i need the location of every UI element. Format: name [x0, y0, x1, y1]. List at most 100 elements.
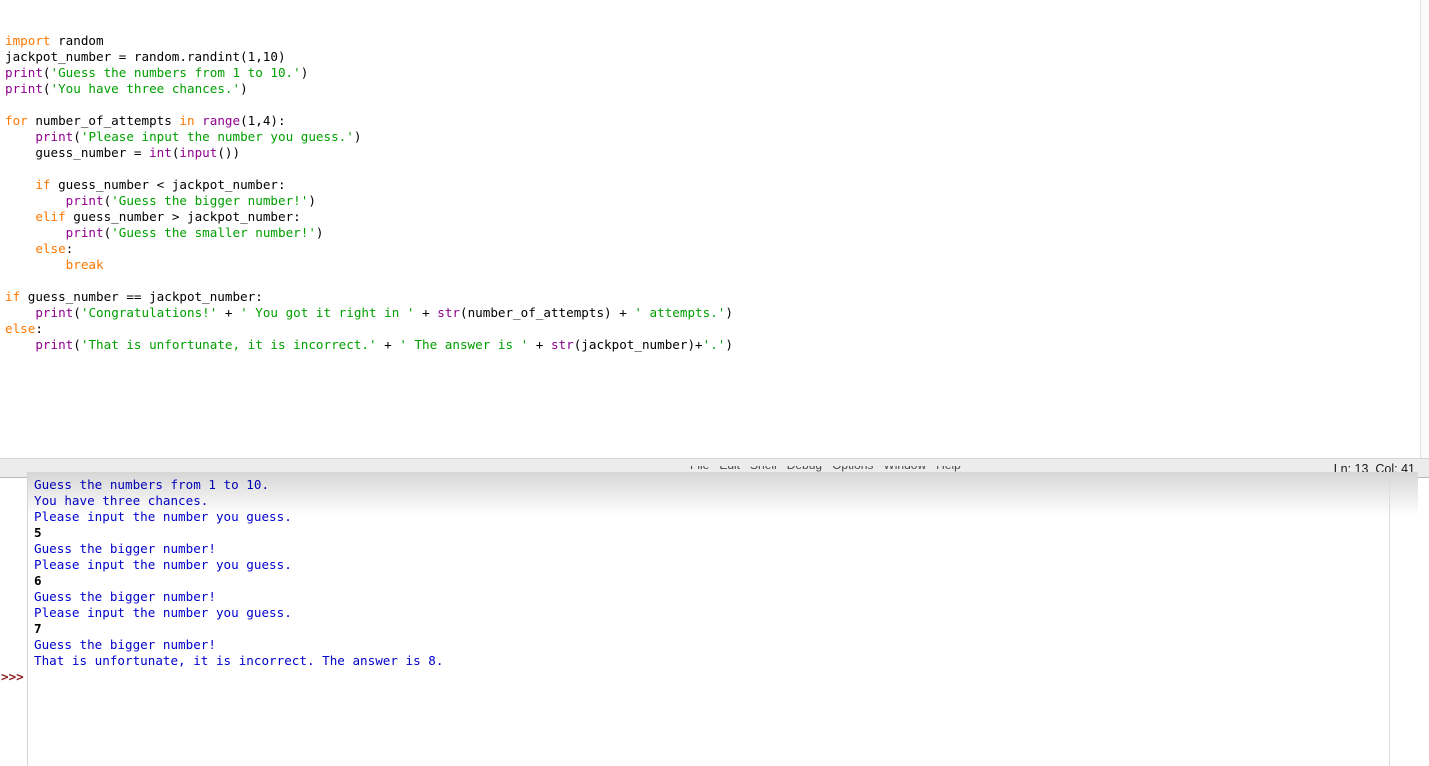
code-token: (number_of_attempts) + — [459, 305, 635, 320]
code-token: print — [65, 225, 104, 240]
shell-user-input-line: 5 — [34, 525, 42, 540]
code-token: : — [65, 241, 74, 256]
code-token: 'Guess the smaller number!' — [111, 225, 316, 240]
code-token: + — [217, 305, 241, 320]
code-token: ' You got it right in ' — [240, 305, 415, 320]
code-line: print('Guess the bigger number!') — [5, 193, 1405, 209]
code-token: ()) — [217, 145, 241, 160]
code-token: + — [414, 305, 438, 320]
code-token: ) — [308, 193, 316, 208]
code-token: elif — [35, 209, 66, 224]
code-token: print — [35, 337, 74, 352]
code-token: else — [5, 321, 36, 336]
code-token: ) — [315, 225, 324, 240]
code-token: range — [202, 113, 241, 128]
code-token: print — [5, 65, 43, 80]
code-line: if guess_number < jackpot_number: — [5, 177, 1405, 193]
code-line: else: — [5, 241, 1405, 257]
code-token: 'Guess the bigger number!' — [111, 193, 309, 208]
code-token: (1,4): — [240, 113, 286, 128]
code-token: '.' — [702, 337, 726, 352]
code-token: for — [5, 113, 28, 128]
code-line: for number_of_attempts in range(1,4): — [5, 113, 1405, 129]
code-line: print('Guess the smaller number!') — [5, 225, 1405, 241]
code-token: ' attempts.' — [634, 305, 726, 320]
editor-vertical-scrollbar[interactable] — [1420, 0, 1429, 458]
code-token: break — [65, 257, 104, 272]
code-line: elif guess_number > jackpot_number: — [5, 209, 1405, 225]
code-token: if — [35, 177, 51, 192]
shell-output-line: That is unfortunate, it is incorrect. Th… — [34, 653, 444, 668]
code-token: ( — [73, 337, 81, 352]
shell-output-line: Guess the bigger number! — [34, 541, 216, 556]
code-token: 'Congratulations!' — [80, 305, 218, 320]
code-token: else — [35, 241, 66, 256]
code-line: guess_number = int(input()) — [5, 145, 1405, 161]
shell-output-line: Guess the bigger number! — [34, 589, 216, 604]
code-token: 'Guess the numbers from 1 to 10.' — [50, 65, 301, 80]
code-token: ) — [353, 129, 362, 144]
shell-user-input-line: 6 — [34, 573, 42, 588]
code-token: print — [35, 129, 74, 144]
idle-application-window: import random jackpot_number = random.ran… — [0, 0, 1429, 766]
shell-output-line: Guess the numbers from 1 to 10. — [34, 477, 270, 492]
editor-top-padding — [0, 0, 1429, 28]
code-line: print('You have three chances.') — [5, 81, 1405, 97]
code-token: + — [376, 337, 400, 352]
code-token: ( — [42, 81, 51, 96]
code-token: 'That is unfortunate, it is incorrect.' — [80, 337, 377, 352]
code-token: input — [179, 145, 218, 160]
editor-window[interactable]: import random jackpot_number = random.ran… — [0, 0, 1429, 458]
code-token: (jackpot_number)+ — [573, 337, 703, 352]
code-line: print('Guess the numbers from 1 to 10.') — [5, 65, 1405, 81]
code-line: else: — [5, 321, 1405, 337]
shell-output-line: Please input the number you guess. — [34, 509, 292, 524]
code-token: import — [5, 33, 51, 48]
code-token: in — [179, 113, 195, 128]
code-line: import random — [5, 33, 1405, 49]
code-token: print — [65, 193, 104, 208]
code-token: jackpot_number = random.randint(1,10) — [5, 49, 286, 64]
code-token: guess_number < jackpot_number: — [50, 177, 286, 192]
code-line: break — [5, 257, 1405, 273]
code-token: ( — [73, 129, 81, 144]
code-line: print('That is unfortunate, it is incorr… — [5, 337, 1405, 353]
shell-output-text-area[interactable]: Guess the numbers from 1 to 10. You have … — [34, 477, 443, 669]
shell-window-right-edge — [1389, 472, 1390, 766]
code-token: print — [5, 81, 43, 96]
code-token: number_of_attempts — [27, 113, 180, 128]
code-line: jackpot_number = random.randint(1,10) — [5, 49, 1405, 65]
code-token: if — [5, 289, 21, 304]
code-editor-text-area[interactable]: import random jackpot_number = random.ran… — [5, 33, 1405, 353]
code-line: if guess_number == jackpot_number: — [5, 289, 1405, 305]
shell-output-line: Please input the number you guess. — [34, 557, 292, 572]
code-token: str — [550, 337, 574, 352]
shell-prompt-chevrons: >>> — [1, 669, 24, 684]
shell-output-line: You have three chances. — [34, 493, 209, 508]
shell-user-input-line: 7 — [34, 621, 42, 636]
code-line: print('Please input the number you guess… — [5, 129, 1405, 145]
code-token: guess_number == jackpot_number: — [20, 289, 263, 304]
python-shell-window[interactable]: Guess the numbers from 1 to 10. You have … — [27, 472, 1418, 766]
code-token: ) — [300, 65, 309, 80]
code-token: 'Please input the number you guess.' — [80, 129, 354, 144]
code-token: + — [528, 337, 551, 352]
code-token: str — [437, 305, 460, 320]
shell-output-line: Guess the bigger number! — [34, 637, 216, 652]
code-token: random — [50, 33, 104, 48]
code-token: guess_number > jackpot_number: — [65, 209, 301, 224]
code-token: guess_number = — [5, 145, 150, 160]
code-token: ) — [240, 81, 248, 96]
